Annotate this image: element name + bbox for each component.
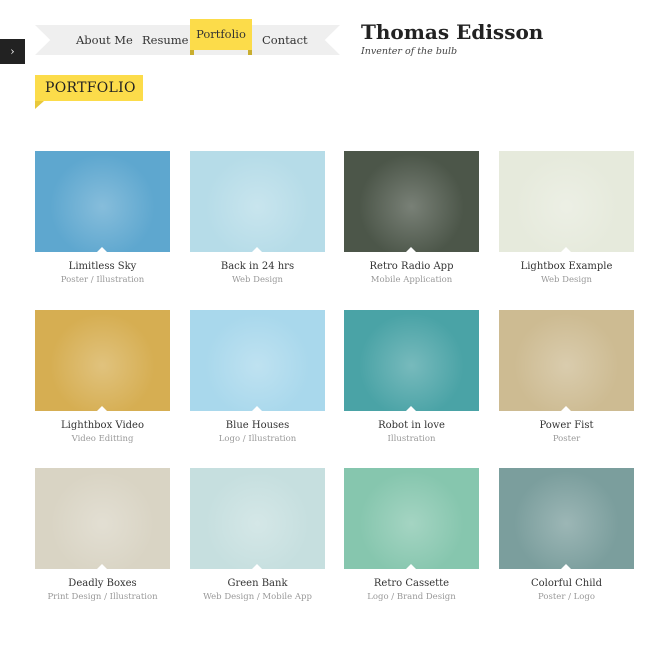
portfolio-item[interactable]: Retro Cassette Logo / Brand Design [344, 468, 479, 602]
portfolio-item-title[interactable]: Robot in love [344, 420, 479, 431]
nav-contact[interactable]: Contact [262, 33, 308, 47]
site-subtitle: Inventer of the bulb [361, 46, 458, 57]
portfolio-item-category: Poster / Illustration [60, 275, 145, 285]
portfolio-item-category: Poster [552, 434, 581, 444]
portfolio-item[interactable]: Back in 24 hrs Web Design [190, 151, 325, 285]
portfolio-item-title[interactable]: Retro Radio App [344, 261, 479, 272]
portfolio-item[interactable]: Blue Houses Logo / Illustration [190, 310, 325, 444]
portfolio-item-category: Web Design / Mobile App [203, 592, 312, 602]
portfolio-item-title[interactable]: Blue Houses [190, 420, 325, 431]
portfolio-item[interactable]: Robot in love Illustration [344, 310, 479, 444]
portfolio-thumbnail[interactable] [499, 310, 634, 411]
portfolio-thumbnail[interactable] [35, 468, 170, 569]
portfolio-item-title[interactable]: Retro Cassette [344, 578, 479, 589]
chevron-right-icon: › [10, 45, 15, 58]
portfolio-thumbnail[interactable] [190, 468, 325, 569]
portfolio-thumbnail[interactable] [190, 151, 325, 252]
portfolio-item-title[interactable]: Green Bank [190, 578, 325, 589]
portfolio-item[interactable]: Power Fist Poster [499, 310, 634, 444]
portfolio-thumbnail[interactable] [344, 310, 479, 411]
portfolio-item-title[interactable]: Deadly Boxes [35, 578, 170, 589]
portfolio-item-title[interactable]: Colorful Child [499, 578, 634, 589]
portfolio-item-category: Print Design / Illustration [47, 592, 158, 602]
portfolio-item[interactable]: Deadly Boxes Print Design / Illustration [35, 468, 170, 602]
page-title: PORTFOLIO [35, 75, 143, 109]
portfolio-thumbnail[interactable] [35, 151, 170, 252]
portfolio-item[interactable]: Colorful Child Poster / Logo [499, 468, 634, 602]
portfolio-item-title[interactable]: Lightbox Example [499, 261, 634, 272]
portfolio-item[interactable]: Retro Radio App Mobile Application [344, 151, 479, 285]
portfolio-item-category: Illustration [387, 434, 436, 444]
portfolio-item[interactable]: Limitless Sky Poster / Illustration [35, 151, 170, 285]
sidebar-toggle-button[interactable]: › [0, 39, 25, 64]
portfolio-item-category: Logo / Brand Design [367, 592, 456, 602]
nav-portfolio[interactable]: Portfolio [190, 19, 252, 55]
portfolio-thumbnail[interactable] [35, 310, 170, 411]
portfolio-thumbnail[interactable] [499, 151, 634, 252]
portfolio-item-category: Poster / Logo [538, 592, 595, 602]
portfolio-item-title[interactable]: Power Fist [499, 420, 634, 431]
portfolio-thumbnail[interactable] [344, 151, 479, 252]
portfolio-item[interactable]: Green Bank Web Design / Mobile App [190, 468, 325, 602]
nav-resume[interactable]: Resume [142, 33, 188, 47]
portfolio-item-category: Mobile Application [370, 275, 453, 285]
portfolio-thumbnail[interactable] [344, 468, 479, 569]
portfolio-item-title[interactable]: Limitless Sky [35, 261, 170, 272]
site-title[interactable]: Thomas Edisson [361, 20, 543, 44]
nav-about-me[interactable]: About Me [76, 33, 133, 47]
portfolio-item-category: Web Design [540, 275, 593, 285]
portfolio-thumbnail[interactable] [190, 310, 325, 411]
portfolio-item-category: Web Design [231, 275, 284, 285]
portfolio-item[interactable]: Lightbox Example Web Design [499, 151, 634, 285]
portfolio-item-title[interactable]: Back in 24 hrs [190, 261, 325, 272]
portfolio-item[interactable]: Lighthbox Video Video Editting [35, 310, 170, 444]
portfolio-item-category: Video Editting [71, 434, 134, 444]
portfolio-thumbnail[interactable] [499, 468, 634, 569]
portfolio-item-title[interactable]: Lighthbox Video [35, 420, 170, 431]
portfolio-item-category: Logo / Illustration [218, 434, 297, 444]
